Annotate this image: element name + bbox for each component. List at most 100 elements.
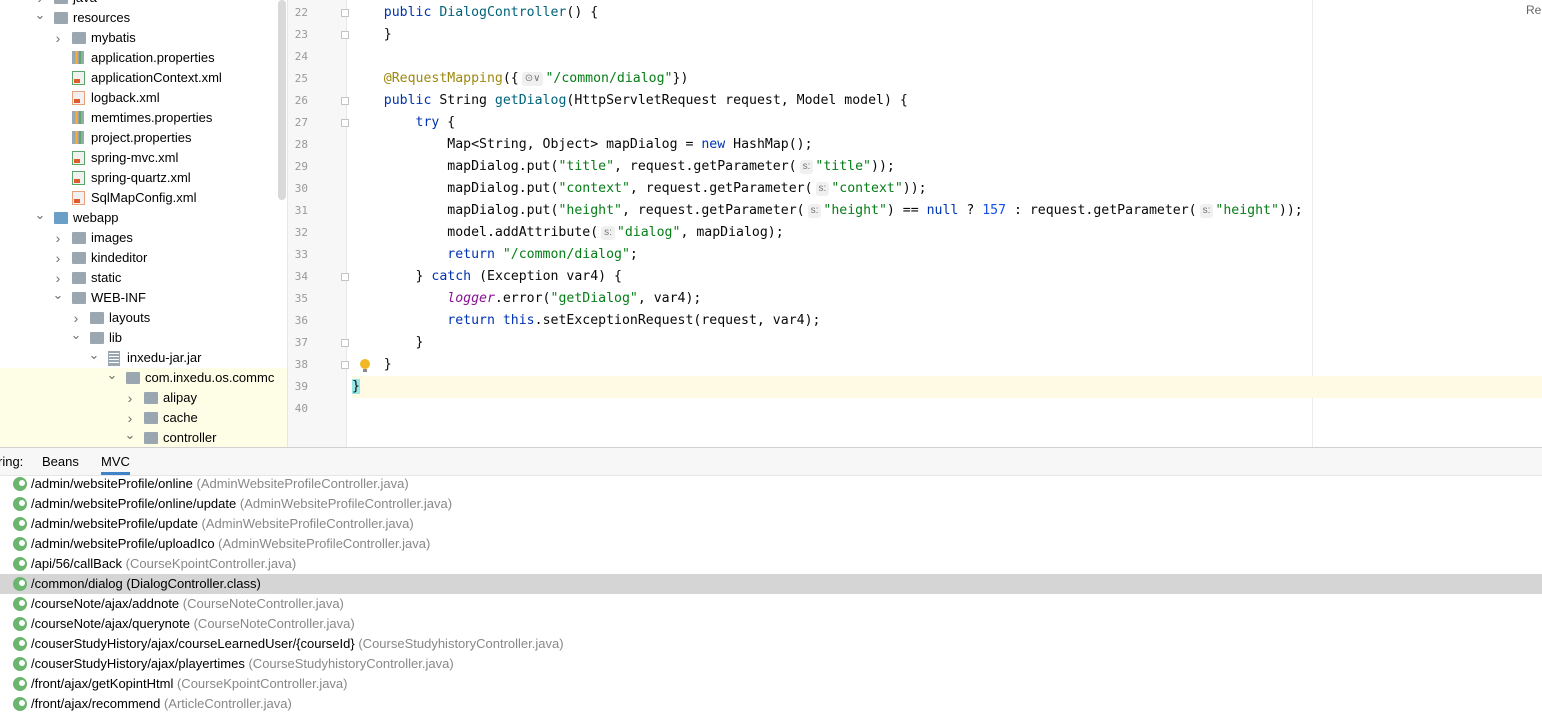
mapping-row[interactable]: /front/ajax/getKopintHtml (CourseKpointC…: [0, 674, 1542, 694]
fold-marker-icon[interactable]: [341, 361, 349, 369]
tree-item[interactable]: › cache: [0, 408, 287, 428]
tree-item[interactable]: spring-quartz.xml: [0, 168, 287, 188]
chevron-right-icon[interactable]: ›: [52, 268, 64, 288]
tree-item[interactable]: ⌄ WEB-INF: [0, 288, 287, 308]
code-line[interactable]: }: [352, 376, 1542, 398]
chevron-right-icon[interactable]: ›: [70, 308, 82, 328]
code-token: "getDialog": [550, 291, 638, 306]
line-number: 22: [294, 6, 308, 19]
mapping-row[interactable]: /admin/websiteProfile/uploadIco (AdminWe…: [0, 534, 1542, 554]
chevron-down-icon[interactable]: ⌄: [34, 208, 46, 228]
request-mapping-icon: [13, 657, 27, 671]
tree-item[interactable]: › mybatis: [0, 28, 287, 48]
jar-icon: [108, 351, 120, 366]
chevron-right-icon[interactable]: ›: [124, 388, 136, 408]
tree-item[interactable]: applicationContext.xml: [0, 68, 287, 88]
code-line[interactable]: mapDialog.put("context", request.getPara…: [352, 178, 927, 200]
tree-item[interactable]: application.properties: [0, 48, 287, 68]
reader-mode-label[interactable]: Re: [1526, 3, 1541, 17]
tree-item[interactable]: › alipay: [0, 388, 287, 408]
tree-item[interactable]: SqlMapConfig.xml: [0, 188, 287, 208]
chevron-down-icon[interactable]: ⌄: [70, 328, 82, 348]
mapping-row[interactable]: /front/ajax/recommend (ArticleController…: [0, 694, 1542, 714]
mapping-path: /couserStudyHistory/ajax/playertimes: [31, 656, 245, 671]
code-token: "context": [831, 181, 903, 196]
request-mapping-icon: [13, 697, 27, 711]
tool-window-header: ring: Beans MVC: [0, 448, 1542, 476]
tree-item[interactable]: ⌄ webapp: [0, 208, 287, 228]
code-line[interactable]: @RequestMapping({⊙∨ "/common/dialog"}): [352, 68, 688, 90]
properties-file-icon: [72, 131, 84, 144]
code-token: "height": [558, 203, 622, 218]
fold-marker-icon[interactable]: [341, 9, 349, 17]
fold-marker-icon[interactable]: [341, 31, 349, 39]
tree-item[interactable]: memtimes.properties: [0, 108, 287, 128]
mapping-row[interactable]: /api/56/callBack (CourseKpointController…: [0, 554, 1542, 574]
code-line[interactable]: public String getDialog(HttpServletReque…: [352, 90, 908, 112]
tree-item[interactable]: › kindeditor: [0, 248, 287, 268]
mapping-row[interactable]: /courseNote/ajax/querynote (CourseNoteCo…: [0, 614, 1542, 634]
chevron-right-icon[interactable]: ›: [124, 408, 136, 428]
tree-item[interactable]: › images: [0, 228, 287, 248]
code-token: mapDialog.put(: [447, 181, 559, 196]
code-line[interactable]: }: [352, 24, 392, 46]
chevron-down-icon[interactable]: ⌄: [106, 368, 118, 388]
tree-item[interactable]: ⌄ lib: [0, 328, 287, 348]
chevron-down-icon[interactable]: ⌄: [52, 288, 64, 308]
code-token: ) ==: [886, 203, 927, 218]
mapping-row[interactable]: /admin/websiteProfile/online (AdminWebsi…: [0, 474, 1542, 494]
mapping-text: /admin/websiteProfile/online (AdminWebsi…: [31, 474, 409, 494]
tree-item[interactable]: ⌄ inxedu-jar.jar: [0, 348, 287, 368]
code-line[interactable]: Map<String, Object> mapDialog = new Hash…: [352, 134, 813, 156]
code-line[interactable]: try {: [352, 112, 456, 134]
code-line[interactable]: mapDialog.put("title", request.getParame…: [352, 156, 895, 178]
resources-folder-icon: [54, 12, 68, 24]
mapping-row[interactable]: /couserStudyHistory/ajax/courseLearnedUs…: [0, 634, 1542, 654]
fold-marker-icon[interactable]: [341, 119, 349, 127]
mapping-row[interactable]: /common/dialog (DialogController.class): [0, 574, 1542, 594]
mapping-text: /front/ajax/getKopintHtml (CourseKpointC…: [31, 674, 348, 694]
tree-item[interactable]: ⌄ controller: [0, 428, 287, 447]
tree-item[interactable]: spring-mvc.xml: [0, 148, 287, 168]
chevron-down-icon[interactable]: ⌄: [124, 428, 136, 447]
tab-beans[interactable]: Beans: [42, 454, 79, 469]
mapping-row[interactable]: /admin/websiteProfile/update (AdminWebsi…: [0, 514, 1542, 534]
tree-item[interactable]: ⌄ com.inxedu.os.commc: [0, 368, 287, 388]
mapping-path: /admin/websiteProfile/online: [31, 476, 193, 491]
code-token: HashMap();: [733, 137, 813, 152]
fold-marker-icon[interactable]: [341, 273, 349, 281]
mapping-row[interactable]: /courseNote/ajax/addnote (CourseNoteCont…: [0, 594, 1542, 614]
tree-item[interactable]: logback.xml: [0, 88, 287, 108]
code-line[interactable]: logger.error("getDialog", var4);: [352, 288, 701, 310]
mapping-path: /couserStudyHistory/ajax/courseLearnedUs…: [31, 636, 355, 651]
project-tree-scrollbar[interactable]: [278, 0, 286, 200]
intention-bulb-icon[interactable]: [360, 359, 370, 372]
chevron-right-icon[interactable]: ›: [52, 28, 64, 48]
code-line[interactable]: }: [352, 332, 424, 354]
tab-mvc[interactable]: MVC: [101, 454, 130, 475]
fold-marker-icon[interactable]: [341, 339, 349, 347]
tree-item[interactable]: › layouts: [0, 308, 287, 328]
mapping-row[interactable]: /couserStudyHistory/ajax/playertimes (Co…: [0, 654, 1542, 674]
tree-item[interactable]: project.properties: [0, 128, 287, 148]
code-line[interactable]: return this.setExceptionRequest(request,…: [352, 310, 820, 332]
code-token: ));: [871, 159, 895, 174]
code-line[interactable]: mapDialog.put("height", request.getParam…: [352, 200, 1303, 222]
tree-item-label: project.properties: [91, 130, 192, 145]
chevron-down-icon[interactable]: ⌄: [34, 8, 46, 28]
code-line[interactable]: return "/common/dialog";: [352, 244, 638, 266]
fold-marker-icon[interactable]: [341, 97, 349, 105]
code-line[interactable]: } catch (Exception var4) {: [352, 266, 622, 288]
chevron-right-icon[interactable]: ›: [52, 248, 64, 268]
code-line[interactable]: model.addAttribute(s: "dialog", mapDialog…: [352, 222, 784, 244]
tree-item[interactable]: › static: [0, 268, 287, 288]
code-line[interactable]: }: [352, 354, 392, 376]
mapping-row[interactable]: /admin/websiteProfile/online/update (Adm…: [0, 494, 1542, 514]
package-icon: [144, 392, 158, 404]
chevron-right-icon[interactable]: ›: [52, 228, 64, 248]
code-line[interactable]: public DialogController() {: [352, 2, 598, 24]
chevron-down-icon[interactable]: ⌄: [88, 348, 100, 368]
line-number: 26: [294, 94, 308, 107]
tree-item[interactable]: ⌄ resources: [0, 8, 287, 28]
